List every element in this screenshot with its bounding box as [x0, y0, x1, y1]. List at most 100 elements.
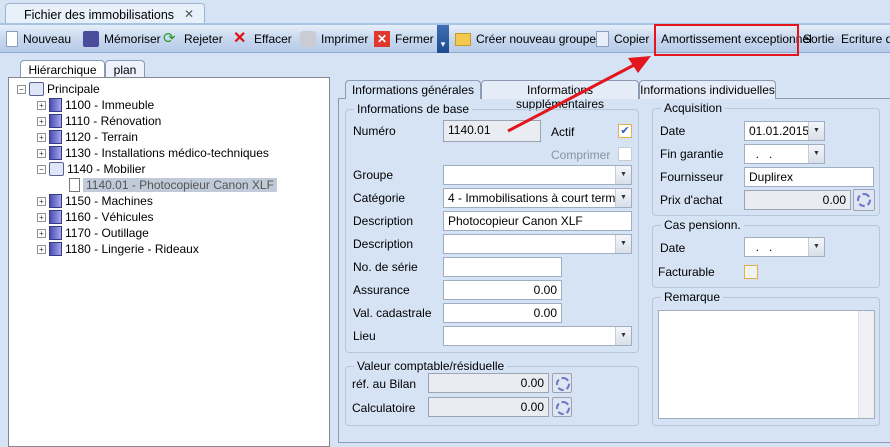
- fournisseur-label: Fournisseur: [660, 170, 724, 184]
- tree-node[interactable]: +1180 - Lingerie - Rideaux: [37, 241, 199, 257]
- chevron-down-icon[interactable]: ▼: [615, 327, 631, 345]
- tree-node[interactable]: +1130 - Installations médico-techniques: [37, 145, 269, 161]
- chevron-down-icon[interactable]: ▼: [615, 235, 631, 253]
- actif-checkbox[interactable]: ✔: [618, 124, 632, 138]
- book-icon: [49, 98, 62, 112]
- acq-date-value: 01.01.2015: [749, 124, 810, 138]
- description-label: Description: [353, 214, 414, 228]
- calculatoire-field[interactable]: 0.00: [428, 397, 549, 417]
- tab-informations-generales[interactable]: Informations générales: [345, 80, 481, 99]
- description2-select[interactable]: ▼: [443, 234, 632, 254]
- document-icon: [69, 178, 80, 192]
- expand-icon[interactable]: +: [37, 228, 46, 238]
- printer-icon: [300, 31, 316, 47]
- close-tab-icon[interactable]: ✕: [184, 7, 194, 21]
- button-label: Créer nouveau groupe: [476, 32, 597, 46]
- sortie-button[interactable]: Sortie: [803, 25, 834, 53]
- tree-node[interactable]: +1120 - Terrain: [37, 129, 138, 145]
- lieu-label: Lieu: [353, 329, 376, 343]
- fermer-button[interactable]: ✕ Fermer: [374, 25, 434, 53]
- chevron-down-icon[interactable]: ▼: [808, 238, 824, 256]
- tab-informations-supplementaires[interactable]: Informations supplémentaires: [481, 80, 639, 111]
- tab-plan[interactable]: plan: [105, 60, 145, 78]
- lieu-select[interactable]: ▼: [443, 326, 632, 346]
- button-label: Rejeter: [184, 32, 223, 46]
- expand-icon[interactable]: +: [37, 212, 46, 222]
- expand-icon[interactable]: +: [37, 100, 46, 110]
- button-label: Imprimer: [321, 32, 369, 46]
- tree-node[interactable]: − 1140 - Mobilier: [37, 161, 145, 177]
- expand-icon[interactable]: +: [37, 116, 46, 126]
- tab-hierarchique[interactable]: Hiérarchique: [20, 60, 105, 78]
- collapse-icon[interactable]: −: [37, 164, 46, 174]
- tree-label: 1150 - Machines: [65, 194, 153, 208]
- tree-node[interactable]: +1170 - Outillage: [37, 225, 149, 241]
- memoriser-button[interactable]: Mémoriser: [83, 25, 161, 53]
- tree-node[interactable]: +1160 - Véhicules: [37, 209, 154, 225]
- categorie-label: Catégorie: [353, 191, 406, 205]
- gear-icon[interactable]: [552, 397, 572, 417]
- toolbar-overflow-button[interactable]: ▾: [437, 25, 449, 53]
- copier-button[interactable]: Copier: [596, 25, 649, 53]
- expand-icon[interactable]: +: [37, 148, 46, 158]
- tree-label: 1130 - Installations médico-techniques: [65, 146, 269, 160]
- comprimer-checkbox[interactable]: [618, 147, 632, 161]
- rejeter-button[interactable]: ⟳ Rejeter: [163, 25, 223, 53]
- expand-icon[interactable]: +: [37, 196, 46, 206]
- facturable-checkbox[interactable]: [744, 265, 758, 279]
- new-folder-icon: [455, 32, 471, 46]
- expand-icon[interactable]: +: [37, 244, 46, 254]
- book-icon: [49, 194, 62, 208]
- tab-informations-individuelles[interactable]: Informations individuelles: [639, 80, 776, 99]
- nouveau-button[interactable]: Nouveau: [6, 25, 71, 53]
- tree-label: 1140 - Mobilier: [67, 162, 146, 176]
- acq-date-picker[interactable]: 01.01.2015 ▼: [744, 121, 825, 141]
- chevron-down-icon[interactable]: ▼: [615, 189, 631, 207]
- fin-garantie-label: Fin garantie: [660, 147, 724, 161]
- gear-icon[interactable]: [552, 373, 572, 393]
- fournisseur-input[interactable]: Duplirex: [744, 167, 874, 187]
- open-book-icon: [49, 162, 64, 176]
- chevron-down-icon[interactable]: ▼: [615, 166, 631, 184]
- pension-date-picker[interactable]: . . ▼: [744, 237, 825, 257]
- chevron-down-icon[interactable]: ▼: [808, 122, 824, 140]
- document-tab-title: Fichier des immobilisations: [24, 8, 175, 22]
- ecriture-button[interactable]: Ecriture de: [841, 25, 890, 53]
- numero-field[interactable]: 1140.01: [443, 120, 541, 142]
- calculatoire-label: Calculatoire: [352, 401, 416, 415]
- description-input[interactable]: Photocopieur Canon XLF: [443, 211, 632, 231]
- scrollbar[interactable]: [858, 311, 874, 418]
- comprimer-label: Comprimer: [551, 148, 611, 162]
- prix-achat-field[interactable]: 0.00: [744, 190, 851, 210]
- book-icon: [49, 130, 62, 144]
- tree-node[interactable]: +1110 - Rénovation: [37, 113, 161, 129]
- group-title: Acquisition: [661, 101, 726, 115]
- gear-icon[interactable]: [853, 189, 875, 211]
- tree-node-selected[interactable]: 1140.01 - Photocopieur Canon XLF: [69, 177, 277, 193]
- expand-icon[interactable]: +: [37, 132, 46, 142]
- tree-node[interactable]: +1150 - Machines: [37, 193, 153, 209]
- creer-groupe-button[interactable]: Créer nouveau groupe: [455, 25, 596, 53]
- fin-garantie-value: . .: [749, 147, 773, 161]
- collapse-icon[interactable]: −: [17, 84, 26, 94]
- tree-node[interactable]: +1100 - Immeuble: [37, 97, 154, 113]
- group-title: Cas pensionn.: [661, 218, 744, 232]
- button-label: Ecriture de: [841, 32, 890, 46]
- assurance-input[interactable]: 0.00: [443, 280, 562, 300]
- document-tab[interactable]: Fichier des immobilisations ✕: [5, 3, 205, 24]
- effacer-button[interactable]: ✕ Effacer: [233, 25, 292, 53]
- serie-input[interactable]: [443, 257, 562, 277]
- imprimer-button[interactable]: Imprimer: [300, 25, 368, 53]
- tree-node-principale[interactable]: − Principale: [17, 81, 100, 97]
- serie-label: No. de série: [353, 260, 418, 274]
- cadastrale-input[interactable]: 0.00: [443, 303, 562, 323]
- fin-garantie-picker[interactable]: . . ▼: [744, 144, 825, 164]
- groupe-select[interactable]: ▼: [443, 165, 632, 185]
- button-label: Copier: [614, 32, 650, 46]
- categorie-select[interactable]: 4 - Immobilisations à court terme (Mo ▼: [443, 188, 632, 208]
- remarque-textarea[interactable]: [658, 310, 875, 419]
- bilan-field[interactable]: 0.00: [428, 373, 549, 393]
- book-icon: [49, 210, 62, 224]
- tree-view[interactable]: − Principale +1100 - Immeuble +1110 - Rén…: [8, 77, 330, 447]
- chevron-down-icon[interactable]: ▼: [808, 145, 824, 163]
